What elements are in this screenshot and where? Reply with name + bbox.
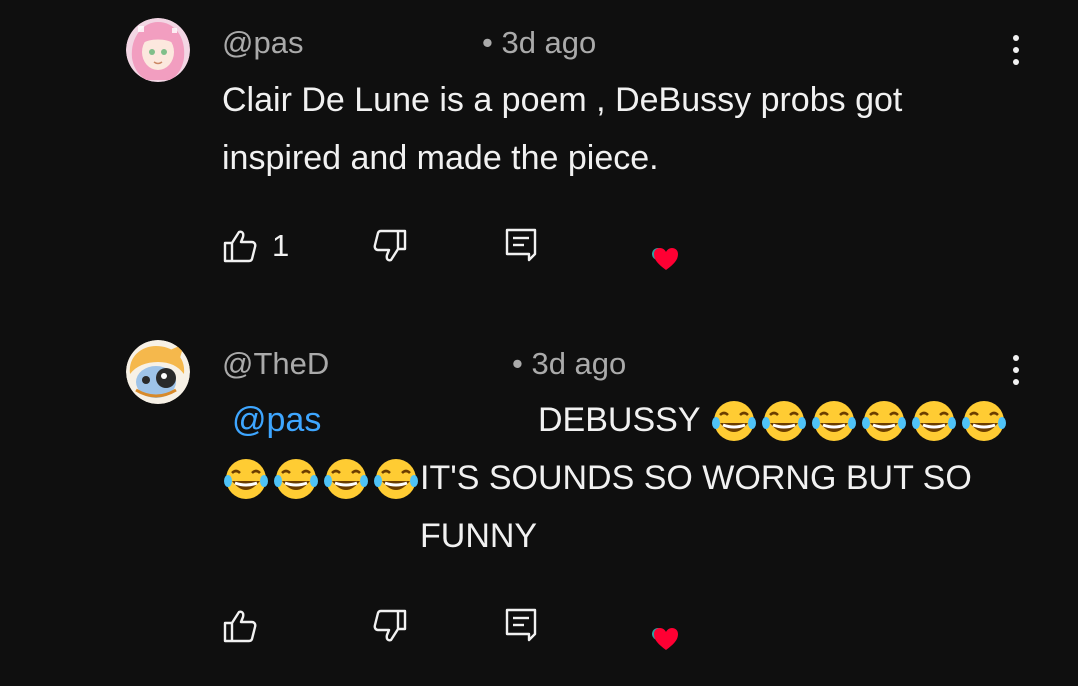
comment-menu-button[interactable] bbox=[1002, 28, 1030, 72]
dislike-button[interactable] bbox=[372, 224, 408, 268]
dislike-button[interactable] bbox=[372, 604, 408, 648]
creator-heart bbox=[648, 240, 684, 274]
comment-author[interactable]: @TheD bbox=[222, 344, 329, 384]
mention-link[interactable]: @pas bbox=[232, 391, 321, 449]
laughing-emoji-icon bbox=[222, 457, 420, 501]
reply-icon bbox=[505, 228, 537, 262]
like-button[interactable] bbox=[222, 604, 272, 648]
comment-timestamp[interactable]: • 3d ago bbox=[512, 344, 626, 384]
reply-icon bbox=[505, 608, 537, 642]
comment-menu-button[interactable] bbox=[1002, 348, 1030, 392]
like-button[interactable]: 1 bbox=[222, 224, 289, 268]
comment-author[interactable]: @pas bbox=[222, 23, 303, 63]
more-vert-icon bbox=[1013, 355, 1019, 361]
more-vert-icon bbox=[1013, 35, 1019, 41]
comment-1: @pas • 3d ago Clair De Lune is a poem , … bbox=[0, 0, 1078, 300]
comment-2: @TheD • 3d ago @pas DEBUSSY IT'S SOUNDS … bbox=[0, 320, 1078, 686]
emoji-group-2 bbox=[222, 457, 422, 501]
comment-line-1: @pas DEBUSSY bbox=[222, 391, 1012, 449]
laughing-emoji-icon bbox=[712, 399, 1008, 443]
avatar[interactable] bbox=[126, 18, 190, 82]
avatar[interactable] bbox=[126, 340, 190, 404]
thumbs-down-icon bbox=[373, 609, 407, 642]
comment-text-part-1: DEBUSSY bbox=[538, 401, 701, 439]
thumbs-up-icon bbox=[223, 610, 257, 643]
comment-text-part-2: IT'S SOUNDS SO WORNG BUT SO FUNNY bbox=[420, 459, 972, 555]
comment-text: Clair De Lune is a poem , DeBussy probs … bbox=[222, 81, 903, 177]
emoji-group-1 bbox=[710, 399, 1010, 443]
reply-button[interactable] bbox=[504, 604, 538, 648]
thumbs-down-icon bbox=[373, 229, 407, 262]
like-count: 1 bbox=[272, 228, 290, 263]
comment-actions: 1 bbox=[222, 224, 822, 270]
creator-heart-icon bbox=[652, 248, 678, 270]
creator-heart-icon bbox=[652, 628, 678, 650]
creator-heart bbox=[648, 620, 684, 654]
comment-actions bbox=[222, 604, 822, 650]
avatar-image bbox=[126, 340, 190, 404]
comment-timestamp[interactable]: • 3d ago bbox=[482, 23, 596, 63]
reply-button[interactable] bbox=[504, 224, 538, 268]
avatar-image bbox=[126, 18, 190, 82]
comment-text: @pas DEBUSSY IT'S SOUNDS SO WORNG BUT SO… bbox=[222, 391, 1012, 555]
thumbs-up-icon bbox=[223, 230, 257, 263]
comment-line-2: IT'S SOUNDS SO WORNG BUT SO FUNNY bbox=[222, 449, 1012, 555]
